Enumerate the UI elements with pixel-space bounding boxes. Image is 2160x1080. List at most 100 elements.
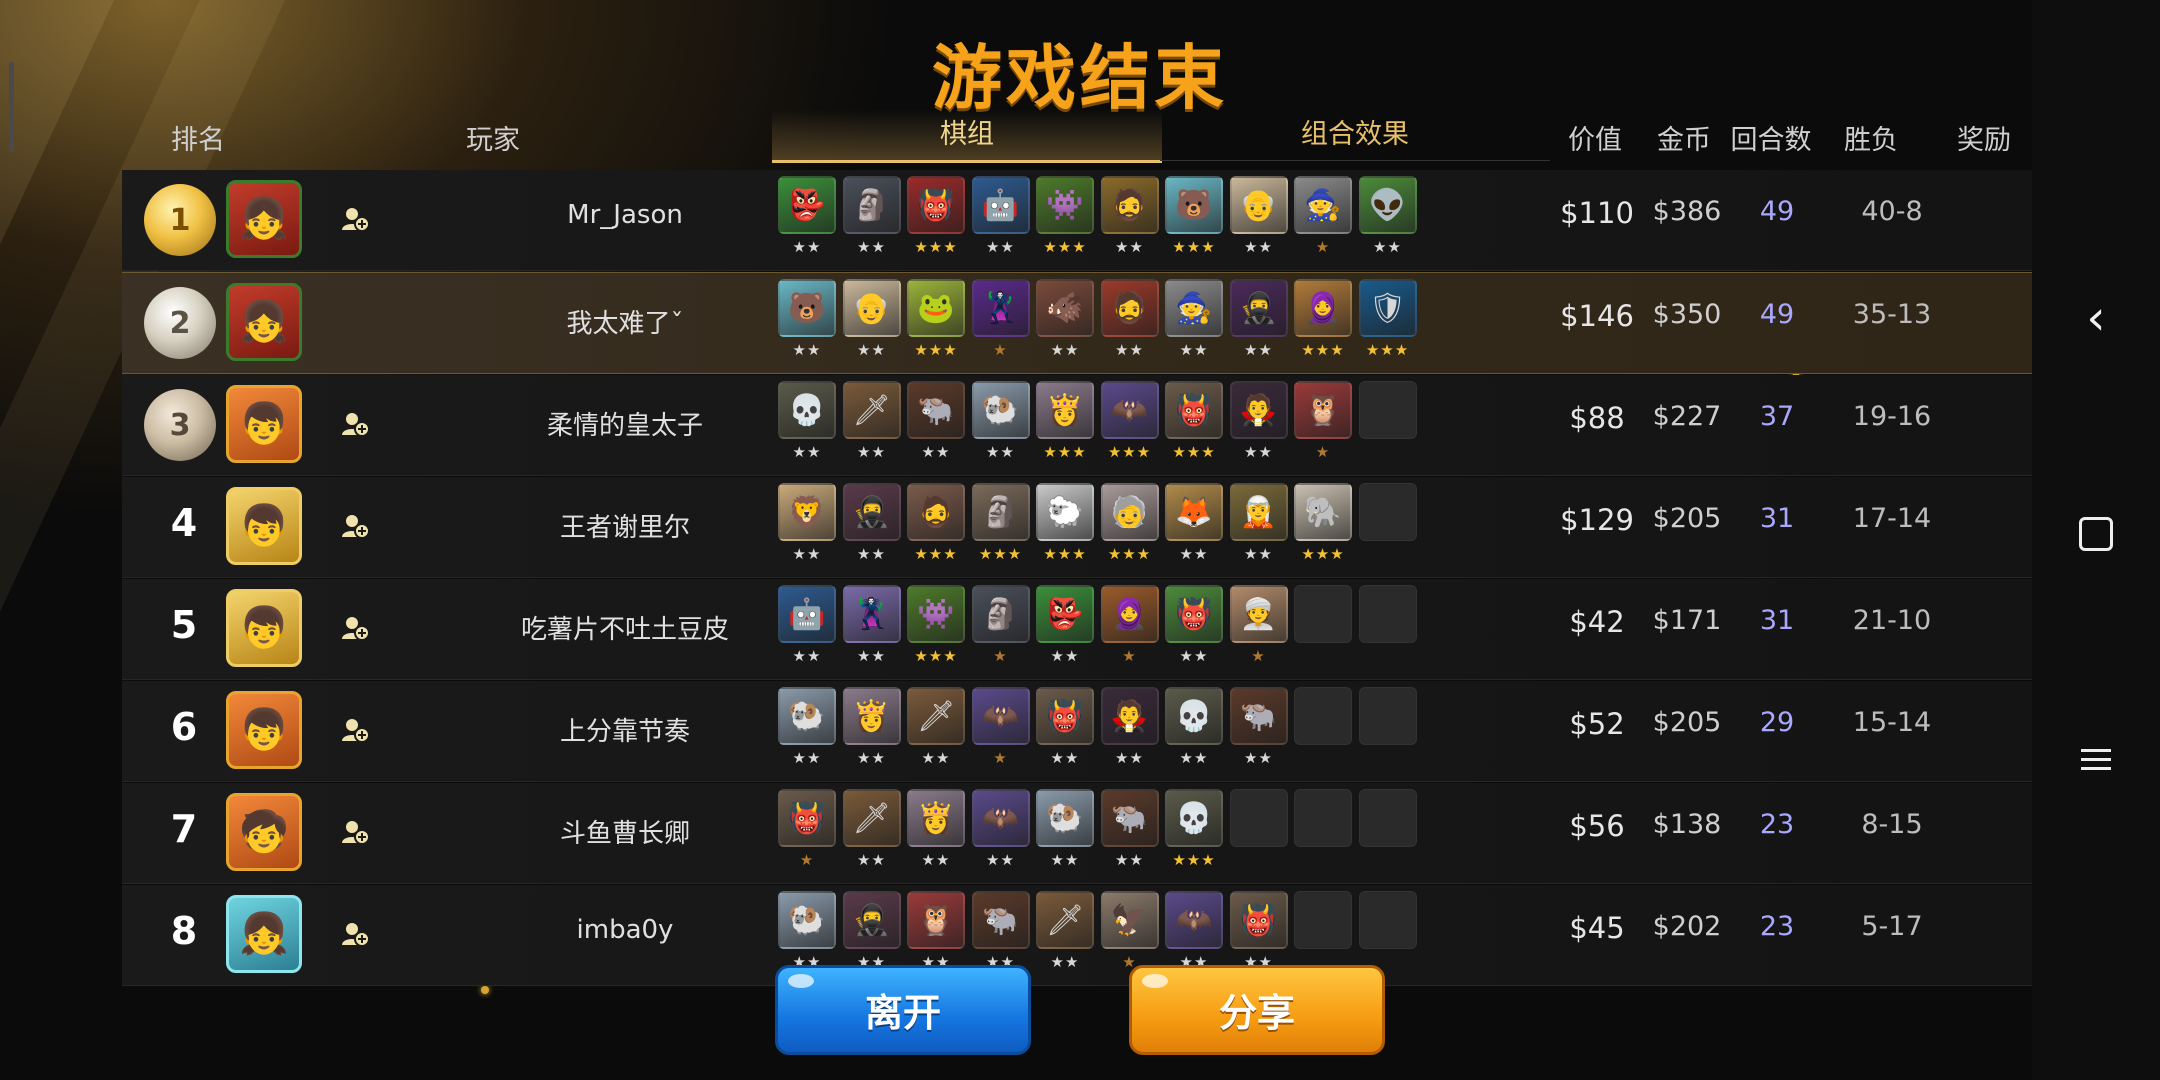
chess-piece-icon[interactable]: 👳 bbox=[1229, 585, 1288, 643]
chess-piece-icon[interactable]: 👹 bbox=[1229, 891, 1288, 949]
chess-piece-icon[interactable]: 🤖 bbox=[778, 585, 836, 643]
chess-piece-icon[interactable]: 🤖 bbox=[971, 176, 1030, 234]
chess-piece-icon[interactable]: 🧔 bbox=[907, 483, 965, 541]
chess-piece-icon[interactable]: 🐸 bbox=[907, 279, 965, 337]
chess-piece-icon[interactable]: 👸 bbox=[1036, 381, 1094, 439]
chess-piece-icon[interactable]: 🗡 bbox=[842, 381, 901, 439]
chess-piece-icon[interactable]: 🦉 bbox=[907, 891, 965, 949]
chess-piece-icon[interactable]: 🗡 bbox=[1036, 891, 1094, 949]
chess-piece-icon[interactable]: 🐻 bbox=[1165, 176, 1223, 234]
add-friend-icon[interactable] bbox=[338, 509, 372, 543]
chess-piece-icon[interactable]: 🐑 bbox=[1036, 483, 1094, 541]
chess-piece-icon[interactable]: 🧛 bbox=[1100, 687, 1159, 745]
chess-piece-icon[interactable]: 🥷 bbox=[842, 891, 901, 949]
chess-piece-icon[interactable]: 🗡 bbox=[907, 687, 965, 745]
chess-piece-icon[interactable]: 🐏 bbox=[778, 687, 836, 745]
chess-piece-icon[interactable]: 👹 bbox=[1036, 687, 1094, 745]
chess-piece-icon[interactable]: 👺 bbox=[1036, 585, 1094, 643]
chess-piece-icon[interactable]: 👾 bbox=[907, 585, 965, 643]
chess-piece-icon[interactable]: 🧙 bbox=[1165, 279, 1223, 337]
chess-piece-icon[interactable]: 🐃 bbox=[1229, 687, 1288, 745]
player-row[interactable]: 5 👦 吃薯片不吐土豆皮 🤖 ★★ 🦹 ★★ 👾 ★★★ 🗿 ★ 👺 ★★ 🧕 ★ 👹 ★★ 👳 ★ $42 $171 3… bbox=[122, 579, 2034, 680]
chess-piece-icon[interactable]: 🦹 bbox=[971, 279, 1030, 337]
player-row[interactable]: 8 👧 imba0y 🐏 ★★ 🥷 ★★ 🦉 ★★ 🐃 ★★ 🗡 ★★ 🦅 ★ 🦇 ★★ 👹 ★★ $45 $202 23… bbox=[122, 885, 2034, 986]
chess-piece-icon[interactable]: 🐏 bbox=[1036, 789, 1094, 847]
chess-piece-icon[interactable]: 🗿 bbox=[971, 585, 1030, 643]
chess-piece-icon[interactable]: 🐏 bbox=[778, 891, 836, 949]
chess-piece-icon[interactable]: 🐗 bbox=[1036, 279, 1094, 337]
chess-piece-icon[interactable]: 🥷 bbox=[842, 483, 901, 541]
chess-piece-icon[interactable]: 🦇 bbox=[971, 789, 1030, 847]
chess-piece-icon[interactable]: 🥷 bbox=[1229, 279, 1288, 337]
home-icon[interactable] bbox=[2032, 515, 2160, 561]
chess-piece-icon[interactable]: 💀 bbox=[1165, 687, 1223, 745]
chess-piece-icon[interactable]: 🦇 bbox=[1165, 891, 1223, 949]
chess-piece-icon[interactable]: 👹 bbox=[1165, 585, 1223, 643]
add-friend-icon[interactable] bbox=[338, 202, 372, 236]
chess-piece-icon[interactable]: 🐃 bbox=[907, 381, 965, 439]
avatar[interactable]: 👧 bbox=[226, 895, 302, 973]
player-row[interactable]: 6 👦 上分靠节奏 🐏 ★★ 👸 ★★ 🗡 ★★ 🦇 ★ 👹 ★★ 🧛 ★★ 💀 ★★ 🐃 ★★ $52 $205 29 1… bbox=[122, 681, 2034, 782]
add-friend-icon[interactable] bbox=[338, 611, 372, 645]
back-icon[interactable]: ‹ bbox=[2032, 290, 2160, 346]
chess-piece-icon[interactable]: 🦊 bbox=[1165, 483, 1223, 541]
chess-piece-icon[interactable]: 👴 bbox=[842, 279, 901, 337]
chess-piece-icon[interactable]: 🗿 bbox=[971, 483, 1030, 541]
add-friend-icon[interactable] bbox=[338, 917, 372, 951]
chess-piece-icon[interactable]: 🧝 bbox=[1229, 483, 1288, 541]
chess-piece-icon[interactable]: 🐏 bbox=[971, 381, 1030, 439]
star-rating-icon: ★★ bbox=[1115, 749, 1144, 767]
chess-piece-icon[interactable]: 👾 bbox=[1036, 176, 1094, 234]
chess-piece-icon[interactable]: 💀 bbox=[778, 381, 836, 439]
avatar[interactable]: 👦 bbox=[226, 385, 302, 463]
tab-synergy[interactable]: 组合效果 bbox=[1160, 110, 1550, 161]
chess-piece-icon[interactable]: 🧛 bbox=[1229, 381, 1288, 439]
chess-piece-icon[interactable]: 🐻 bbox=[778, 279, 836, 337]
avatar[interactable]: 👦 bbox=[226, 589, 302, 667]
chess-piece-icon[interactable]: 👽 bbox=[1358, 176, 1417, 234]
chess-piece-icon[interactable]: 🦉 bbox=[1294, 381, 1352, 439]
add-friend-icon[interactable] bbox=[338, 815, 372, 849]
avatar[interactable]: 👦 bbox=[226, 691, 302, 769]
chess-piece-icon[interactable]: 👸 bbox=[907, 789, 965, 847]
player-row[interactable]: 1 👧 Mr_Jason 👺 ★★ 🗿 ★★ 👹 ★★★ 🤖 ★★ 👾 ★★★ 🧔 ★★ 🐻 ★★★ 👴 ★★ 🧙 ★ 👽… bbox=[122, 170, 2034, 271]
avatar[interactable]: 🧒 bbox=[226, 793, 302, 871]
chess-piece-icon[interactable]: 👹 bbox=[907, 176, 965, 234]
recent-apps-icon[interactable] bbox=[2032, 740, 2160, 786]
chess-piece-icon[interactable]: 🐃 bbox=[1100, 789, 1159, 847]
chess-piece-icon[interactable]: 🧕 bbox=[1294, 279, 1352, 337]
avatar[interactable]: 👧 bbox=[226, 180, 302, 258]
chess-piece-icon[interactable]: 👺 bbox=[778, 176, 836, 234]
chess-piece-icon[interactable]: 🧔 bbox=[1100, 279, 1159, 337]
chess-piece-icon[interactable]: 🦇 bbox=[1100, 381, 1159, 439]
chess-piece-icon[interactable]: 👸 bbox=[842, 687, 901, 745]
avatar[interactable]: 👧 bbox=[226, 283, 302, 361]
add-friend-icon[interactable] bbox=[338, 407, 372, 441]
player-row[interactable]: 4 👦 王者谢里尔 🦁 ★★ 🥷 ★★ 🧔 ★★★ 🗿 ★★★ 🐑 ★★★ 🧓 ★★★ 🦊 ★★ 🧝 ★★ 🐘 ★★★ $… bbox=[122, 477, 2034, 578]
tab-lineup[interactable]: 棋组 bbox=[772, 110, 1162, 163]
chess-piece-icon[interactable]: 🐘 bbox=[1294, 483, 1352, 541]
chess-piece-icon[interactable]: 🗡 bbox=[842, 789, 901, 847]
chess-piece-icon[interactable]: 👹 bbox=[1165, 381, 1223, 439]
add-friend-icon[interactable] bbox=[338, 713, 372, 747]
chess-piece-icon[interactable]: 👹 bbox=[778, 789, 836, 847]
player-row[interactable]: 3 👦 柔情的皇太子 💀 ★★ 🗡 ★★ 🐃 ★★ 🐏 ★★ 👸 ★★★ 🦇 ★★★ 👹 ★★★ 🧛 ★★ 🦉 ★ $88… bbox=[122, 375, 2034, 476]
chess-piece-icon[interactable]: 🦁 bbox=[778, 483, 836, 541]
chess-piece-icon[interactable]: 🗿 bbox=[842, 176, 901, 234]
chess-piece-icon[interactable]: 🛡 bbox=[1358, 279, 1417, 337]
chess-piece-icon[interactable]: 🧕 bbox=[1100, 585, 1159, 643]
chess-piece-icon[interactable]: 🐃 bbox=[971, 891, 1030, 949]
chess-piece-icon[interactable]: 🧓 bbox=[1100, 483, 1159, 541]
chess-piece-icon[interactable]: 🦅 bbox=[1100, 891, 1159, 949]
chess-piece-icon[interactable]: 👴 bbox=[1229, 176, 1288, 234]
player-row[interactable]: 7 🧒 斗鱼曹长卿 👹 ★ 🗡 ★★ 👸 ★★ 🦇 ★★ 🐏 ★★ 🐃 ★★ 💀 ★★★ $56 $138 23 8-1… bbox=[122, 783, 2034, 884]
share-button[interactable]: 分享 bbox=[1129, 965, 1385, 1055]
chess-piece-icon[interactable]: 🦇 bbox=[971, 687, 1030, 745]
leave-button[interactable]: 离开 bbox=[775, 965, 1031, 1055]
chess-piece-icon[interactable]: 🧙 bbox=[1294, 176, 1352, 234]
player-row[interactable]: 2 👧 我太难了ˇ 🐻 ★★ 👴 ★★ 🐸 ★★★ 🦹 ★ 🐗 ★★ 🧔 ★★ 🧙 ★★ 🥷 ★★ 🧕 ★★★ 🛡 ★★★ $… bbox=[122, 272, 2034, 374]
chess-piece-icon[interactable]: 💀 bbox=[1165, 789, 1223, 847]
avatar[interactable]: 👦 bbox=[226, 487, 302, 565]
chess-piece-icon[interactable]: 🧔 bbox=[1100, 176, 1159, 234]
chess-piece-icon[interactable]: 🦹 bbox=[842, 585, 901, 643]
